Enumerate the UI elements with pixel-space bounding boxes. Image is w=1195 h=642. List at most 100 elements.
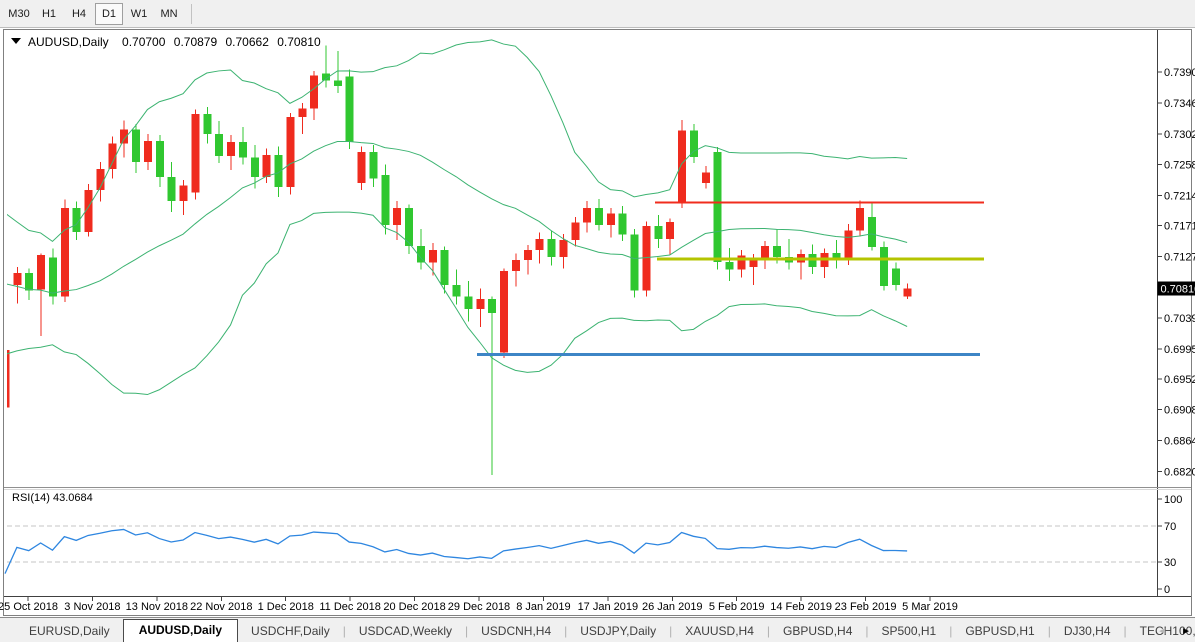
- chart-tab-usdjpy-daily[interactable]: USDJPY,Daily: [567, 621, 669, 642]
- rsi-tick-label: 100: [1164, 494, 1182, 506]
- price-tick-label: 0.68200: [1164, 466, 1195, 478]
- candle: [227, 142, 235, 156]
- candle: [678, 130, 686, 203]
- candle: [37, 255, 45, 289]
- chart-canvas[interactable]: 0.739000.734600.730200.725800.721400.717…: [0, 0, 1195, 617]
- date-tick-label: 29 Dec 2018: [448, 601, 510, 613]
- price-tick-label: 0.73460: [1164, 98, 1195, 110]
- price-tick-label: 0.71270: [1164, 251, 1195, 263]
- candle: [251, 158, 259, 178]
- candle: [702, 172, 710, 183]
- chart-tab-gbpusd-h4[interactable]: GBPUSD,H4: [770, 621, 865, 642]
- price-tick-label: 0.72140: [1164, 190, 1195, 202]
- date-tick-label: 3 Nov 2018: [64, 601, 120, 613]
- candle: [263, 155, 271, 177]
- candle: [334, 81, 342, 87]
- candle: [156, 141, 164, 177]
- candle: [512, 260, 520, 271]
- rsi-tick-label: 30: [1164, 557, 1176, 569]
- candle: [536, 239, 544, 250]
- price-tick-label: 0.69080: [1164, 405, 1195, 417]
- candle: [868, 217, 876, 247]
- candle: [61, 208, 69, 296]
- candle: [358, 152, 366, 183]
- candle: [642, 226, 650, 290]
- chart-window-frame: [4, 30, 1192, 616]
- price-tick-label: 0.73900: [1164, 67, 1195, 79]
- candle: [168, 177, 176, 201]
- candle: [453, 285, 461, 296]
- candle: [203, 114, 211, 134]
- candle: [346, 76, 354, 142]
- candle: [464, 296, 472, 309]
- candle: [619, 214, 627, 235]
- chart-tab-usdcad-weekly[interactable]: USDCAD,Weekly: [346, 621, 465, 642]
- date-tick-label: 1 Dec 2018: [258, 601, 314, 613]
- chart-tab-audusd-daily[interactable]: AUDUSD,Daily: [123, 619, 238, 642]
- date-tick-label: 20 Dec 2018: [383, 601, 445, 613]
- candle: [666, 222, 674, 239]
- candle: [654, 226, 662, 239]
- tabs-scroll-left-icon[interactable]: ◄: [1157, 627, 1167, 637]
- current-price-badge: 0.70810: [1158, 282, 1195, 296]
- chart-tab-gbpusd-h1[interactable]: GBPUSD,H1: [952, 621, 1047, 642]
- candle: [690, 130, 698, 157]
- price-tick-label: 0.69950: [1164, 344, 1195, 356]
- chart-tab-sp500-h1[interactable]: SP500,H1: [869, 621, 950, 642]
- date-tick-label: 5 Feb 2019: [709, 601, 765, 613]
- chart-tab-dj30-h4[interactable]: DJ30,H4: [1051, 621, 1124, 642]
- candle: [880, 247, 888, 286]
- candle: [25, 273, 33, 291]
- tabs-scroll-right-icon[interactable]: ►: [1181, 627, 1191, 637]
- candle: [726, 262, 734, 270]
- candle: [180, 186, 188, 201]
- chart-title-close: 0.70810: [277, 35, 321, 49]
- chart-title-high: 0.70879: [174, 35, 218, 49]
- date-tick-label: 23 Feb 2019: [835, 601, 897, 613]
- date-tick-label: 22 Nov 2018: [190, 601, 252, 613]
- chart-tabs-bar: EURUSD,DailyAUDUSD,DailyUSDCHF,Daily|USD…: [0, 617, 1195, 642]
- svg-text:0.70810: 0.70810: [1161, 284, 1195, 296]
- candle: [714, 152, 722, 262]
- candle: [144, 141, 152, 162]
- price-tick-label: 0.71710: [1164, 221, 1195, 233]
- candle: [476, 299, 484, 309]
- candle: [548, 239, 556, 257]
- candle: [120, 130, 128, 144]
- chart-tab-usdchf-daily[interactable]: USDCHF,Daily: [238, 621, 343, 642]
- candle: [583, 208, 591, 223]
- price-tick-label: 0.72580: [1164, 160, 1195, 172]
- rsi-indicator-label: RSI(14) 43.0684: [12, 492, 93, 504]
- candle: [524, 250, 532, 260]
- candle: [844, 230, 852, 259]
- chart-title-open: 0.70700: [122, 35, 166, 49]
- candle: [761, 246, 769, 259]
- date-tick-label: 11 Dec 2018: [319, 601, 381, 613]
- price-tick-label: 0.69520: [1164, 374, 1195, 386]
- chart-title-symbol: AUDUSD,Daily: [28, 35, 109, 49]
- candle: [488, 299, 496, 313]
- rsi-tick-label: 70: [1164, 521, 1176, 533]
- date-tick-label: 25 Oct 2018: [0, 601, 58, 613]
- candle: [310, 76, 318, 109]
- candle: [13, 273, 21, 285]
- candle: [381, 175, 389, 225]
- candle: [607, 214, 615, 225]
- candle: [773, 246, 781, 257]
- rsi-tick-label: 0: [1164, 584, 1170, 596]
- candle: [369, 152, 377, 179]
- chart-tab-eurusd-daily[interactable]: EURUSD,Daily: [16, 621, 123, 642]
- candle: [631, 235, 639, 291]
- chart-title: AUDUSD,Daily 0.70700 0.70879 0.70662 0.7…: [28, 35, 321, 49]
- candle: [904, 289, 912, 297]
- candle: [559, 240, 567, 257]
- candle: [393, 208, 401, 225]
- chart-tab-usdcnh-h4[interactable]: USDCNH,H4: [468, 621, 564, 642]
- candle: [595, 208, 603, 225]
- date-tick-label: 14 Feb 2019: [770, 601, 832, 613]
- tabs-scroll-arrows: ◄ ►: [1157, 627, 1191, 637]
- candle: [429, 250, 437, 263]
- candle: [571, 223, 579, 241]
- price-tick-label: 0.70390: [1164, 313, 1195, 325]
- chart-tab-xauusd-h4[interactable]: XAUUSD,H4: [672, 621, 767, 642]
